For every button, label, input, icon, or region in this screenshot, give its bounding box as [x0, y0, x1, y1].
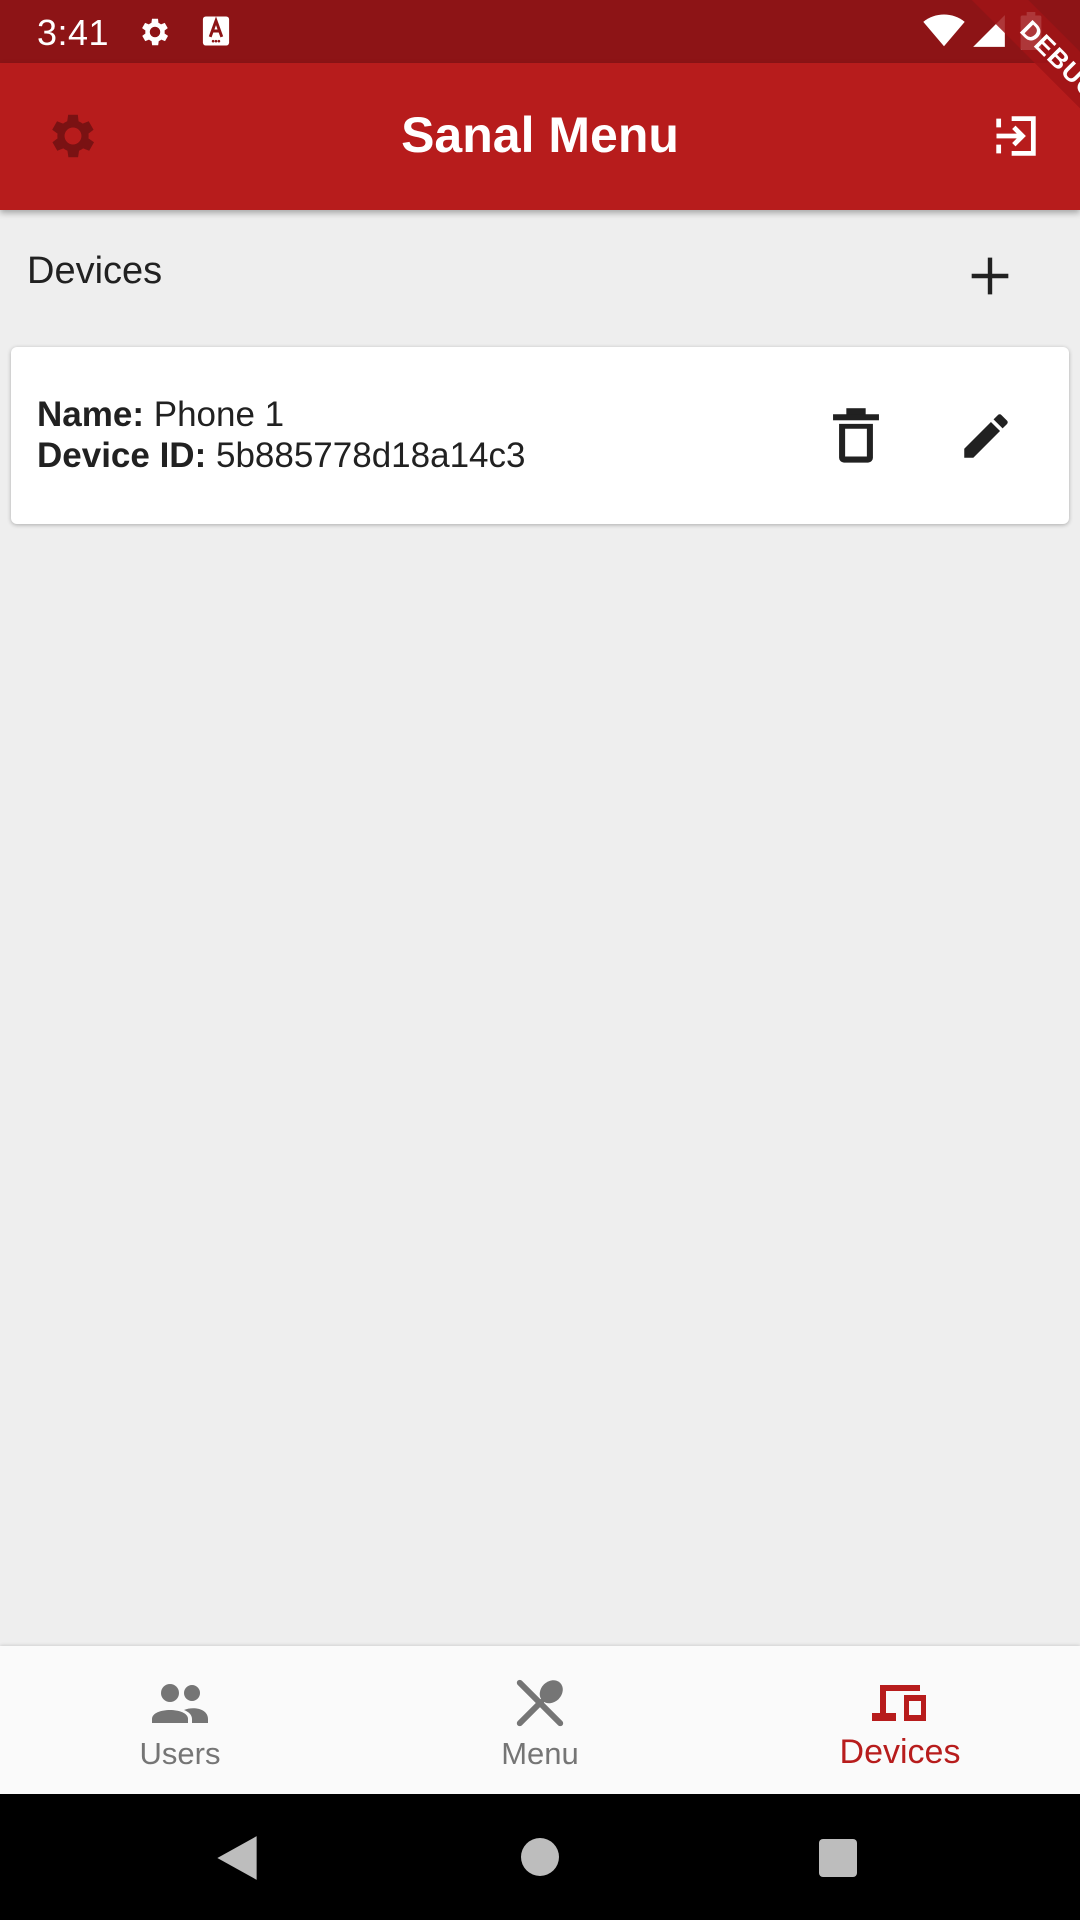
devices-icon: [872, 1685, 926, 1721]
utensils-icon: [516, 1679, 564, 1727]
device-name-label: Name:: [37, 395, 144, 434]
device-id: 5b885778d18a14c3: [215, 436, 526, 475]
edit-icon[interactable]: [957, 407, 1015, 465]
status-bar: 3:41: [0, 0, 1080, 63]
device-id-label: Device ID:: [37, 436, 207, 475]
nav-label-menu: Menu: [501, 1736, 579, 1771]
page-title: Sanal Menu: [401, 107, 679, 163]
section-title: Devices: [27, 250, 163, 292]
device-card: Name: Phone 1 Device ID: 5b885778d18a14c…: [11, 347, 1069, 524]
logout-icon[interactable]: [990, 110, 1042, 162]
nav-label-devices: Devices: [839, 1733, 961, 1771]
delete-icon[interactable]: [831, 407, 881, 465]
recents-icon[interactable]: [818, 1838, 858, 1878]
gear-icon: [142, 18, 169, 46]
a-icon: [202, 16, 230, 46]
status-time: 3:41: [37, 12, 110, 53]
device-id-line: Device ID: 5b885778d18a14c3: [37, 436, 525, 476]
nav-label-users: Users: [139, 1736, 221, 1771]
device-name-line: Name: Phone 1: [37, 395, 284, 435]
add-device-button[interactable]: [962, 248, 1018, 304]
nav-item-users[interactable]: Users: [0, 1646, 360, 1794]
plus-icon: [971, 257, 1009, 295]
nav-item-devices[interactable]: Devices: [720, 1646, 1080, 1794]
bottom-navigation: Users Menu Devices: [0, 1646, 1080, 1794]
device-name: Phone 1: [153, 395, 285, 434]
back-icon[interactable]: [214, 1834, 260, 1882]
home-icon[interactable]: [520, 1837, 560, 1877]
wifi-icon: [923, 14, 965, 47]
nav-item-menu[interactable]: Menu: [360, 1646, 720, 1794]
app-bar: Sanal Menu: [0, 63, 1080, 210]
system-navigation-bar: [0, 1794, 1080, 1920]
people-icon: [152, 1684, 208, 1723]
